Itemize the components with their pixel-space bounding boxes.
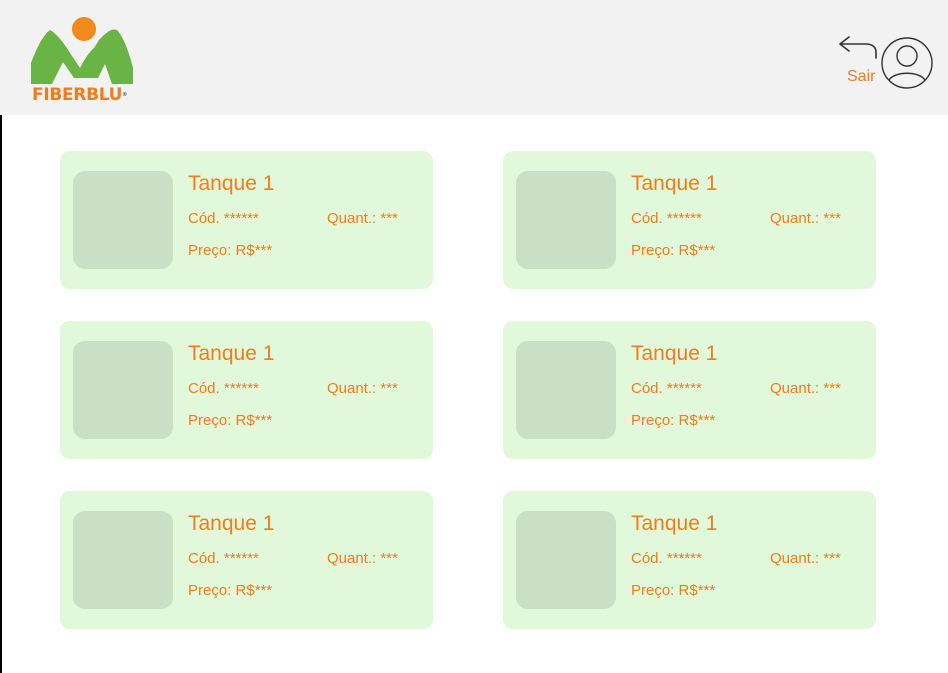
product-code: Cód. ****** [631, 210, 702, 227]
product-price: Preço: R$*** [631, 242, 716, 259]
product-quantity: Quant.: *** [327, 550, 398, 567]
product-title: Tanque 1 [631, 512, 718, 535]
product-code: Cód. ****** [188, 380, 259, 397]
product-title: Tanque 1 [631, 172, 718, 195]
user-circle-icon [881, 37, 933, 89]
product-code: Cód. ****** [631, 380, 702, 397]
product-card[interactable]: Tanque 1 Cód. ****** Quant.: *** Preço: … [60, 321, 433, 459]
product-card[interactable]: Tanque 1 Cód. ****** Quant.: *** Preço: … [503, 491, 876, 629]
logout-label: Sair [847, 68, 876, 85]
top-header: FIBERBLU® Sair [0, 0, 948, 115]
product-title: Tanque 1 [188, 172, 275, 195]
product-card[interactable]: Tanque 1 Cód. ****** Quant.: *** Preço: … [503, 151, 876, 289]
product-code: Cód. ****** [631, 550, 702, 567]
product-card[interactable]: Tanque 1 Cód. ****** Quant.: *** Preço: … [503, 321, 876, 459]
product-code: Cód. ****** [188, 210, 259, 227]
product-title: Tanque 1 [631, 342, 718, 365]
product-quantity: Quant.: *** [770, 210, 841, 227]
logout-button[interactable]: Sair [836, 34, 882, 90]
product-quantity: Quant.: *** [770, 380, 841, 397]
product-title: Tanque 1 [188, 512, 275, 535]
product-price: Preço: R$*** [631, 582, 716, 599]
product-image-placeholder [73, 341, 173, 439]
logo-mountains-icon [31, 17, 133, 84]
product-price: Preço: R$*** [631, 412, 716, 429]
product-image-placeholder [516, 341, 616, 439]
product-price: Preço: R$*** [188, 242, 273, 259]
product-code: Cód. ****** [188, 550, 259, 567]
product-price: Preço: R$*** [188, 582, 273, 599]
product-image-placeholder [516, 511, 616, 609]
product-image-placeholder [73, 171, 173, 269]
product-quantity: Quant.: *** [327, 210, 398, 227]
product-title: Tanque 1 [188, 342, 275, 365]
product-quantity: Quant.: *** [770, 550, 841, 567]
logo-wordmark: FIBERBLU® [32, 85, 127, 105]
user-avatar[interactable] [880, 36, 934, 90]
product-card[interactable]: Tanque 1 Cód. ****** Quant.: *** Preço: … [60, 151, 433, 289]
product-image-placeholder [73, 511, 173, 609]
return-arrow-icon [839, 36, 877, 59]
product-price: Preço: R$*** [188, 412, 273, 429]
product-card[interactable]: Tanque 1 Cód. ****** Quant.: *** Preço: … [60, 491, 433, 629]
product-quantity: Quant.: *** [327, 380, 398, 397]
product-grid: Tanque 1 Cód. ****** Quant.: *** Preço: … [60, 151, 876, 629]
fiberblu-logo[interactable]: FIBERBLU® [30, 16, 142, 106]
product-image-placeholder [516, 171, 616, 269]
